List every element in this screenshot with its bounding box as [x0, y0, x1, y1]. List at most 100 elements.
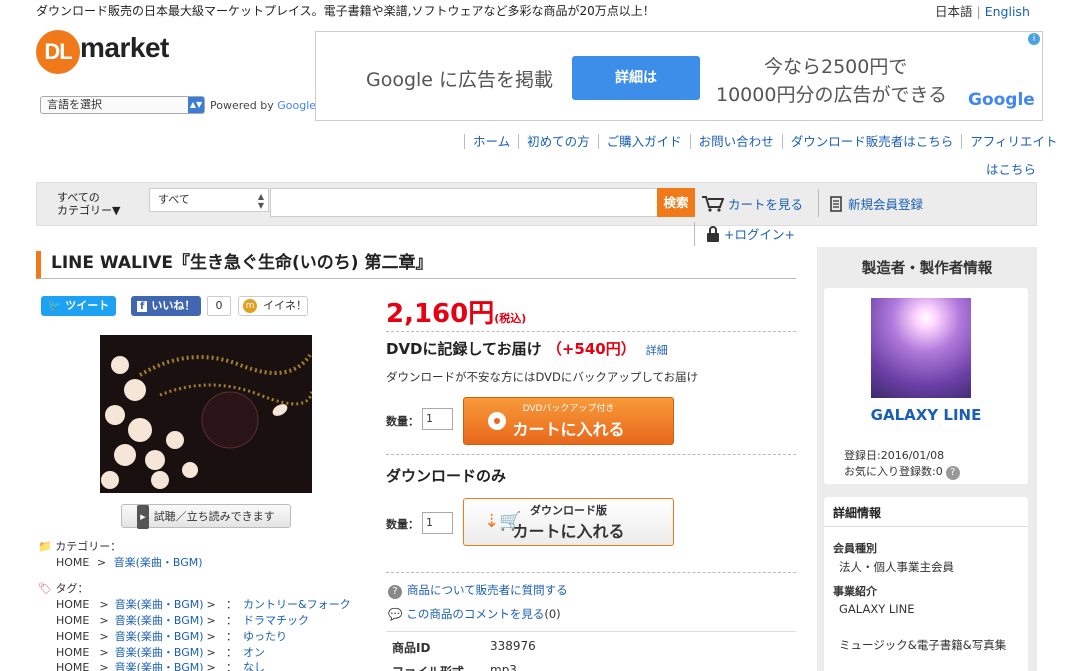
logo-mark: DL	[36, 30, 80, 74]
tag-link[interactable]: なし	[243, 661, 265, 671]
logo-text: market	[80, 32, 169, 63]
trial-label: 試聴／立ち読みできます	[153, 510, 275, 523]
dvd-detail-link[interactable]: 詳細	[646, 344, 668, 357]
register-link[interactable]: 新規会員登録	[830, 194, 923, 213]
nav-purchase-guide[interactable]: ご購入ガイド	[597, 134, 690, 149]
tag-link[interactable]: ドラマチック	[243, 614, 309, 627]
spec-value: 338976	[490, 639, 536, 653]
breadcrumb-arrow: >	[206, 646, 216, 659]
search-button[interactable]: 検索	[657, 188, 695, 217]
ad-info-icon[interactable]: i	[1028, 33, 1040, 45]
add-to-cart-download-button[interactable]: ⇣🛒 ダウンロード版 カートに入れる	[463, 498, 674, 546]
lang-separator: |	[976, 4, 981, 19]
search-input[interactable]	[270, 188, 658, 217]
disc-icon	[488, 412, 506, 430]
category-label-text: カテゴリー：	[55, 540, 122, 553]
language-select[interactable]: 言語を選択 ▲▼	[40, 96, 205, 114]
category-select[interactable]: すべて ▲ ▼	[149, 188, 269, 212]
divider	[386, 331, 796, 332]
tag-home[interactable]: HOME	[56, 598, 89, 611]
category-path: HOME > 音楽(楽曲・BGM)	[56, 554, 203, 570]
download-quantity-input[interactable]: 1	[422, 512, 453, 534]
seller-name-link[interactable]: GALAXY LINE	[824, 406, 1028, 424]
tag-row: HOME > 音楽(楽曲・BGM) >：なし	[56, 659, 265, 671]
intro-name: GALAXY LINE	[839, 602, 915, 616]
seller-favorites: お気に入り登録数:0?	[844, 463, 965, 480]
tweet-button[interactable]: 🐦 ツイート	[41, 296, 116, 316]
seller-card: GALAXY LINE 登録日:2016/01/08 お気に入り登録数:0?	[824, 288, 1028, 484]
dvd-surcharge: （+540円）	[546, 340, 636, 358]
all-categories-toggle[interactable]: すべての カテゴリー▼	[57, 191, 120, 217]
trial-button[interactable]: ▶ 試聴／立ち読みできます	[121, 504, 291, 529]
comments-label: この商品のコメントを見る	[406, 607, 545, 621]
spec-table: 商品ID 338976 ファイル形式 mp3	[386, 631, 796, 671]
seller-details-heading: 詳細情報	[833, 506, 882, 520]
lang-ja[interactable]: 日本語	[935, 4, 973, 19]
tag-home[interactable]: HOME	[56, 614, 89, 627]
tag-music-link[interactable]: 音楽(楽曲・BGM)	[115, 614, 204, 627]
tag-row: HOME > 音楽(楽曲・BGM) >：オン	[56, 646, 265, 659]
divider	[694, 222, 695, 246]
category-home[interactable]: HOME	[56, 556, 89, 569]
ad-banner[interactable]: Google に広告を掲載 詳細は 今なら2500円で 10000円分の広告がで…	[315, 31, 1043, 121]
nav-seller[interactable]: ダウンロード販売者はこちら	[781, 134, 962, 149]
lock-icon	[707, 226, 719, 242]
like-label: いいね！	[151, 299, 196, 312]
add-to-cart-dvd-button[interactable]: DVDバックアップ付き カートに入れる	[463, 397, 674, 445]
nav-home[interactable]: ホーム	[464, 134, 519, 149]
spec-value: mp3	[490, 663, 517, 671]
nav-first-time[interactable]: 初めての方	[518, 134, 598, 149]
question-icon[interactable]: ?	[945, 466, 960, 480]
ad-right-line1: 今なら2500円で	[764, 56, 908, 78]
seller-avatar[interactable]	[871, 298, 971, 398]
member-type-label: 会員種別	[833, 542, 877, 555]
site-logo[interactable]: DL market	[36, 28, 186, 76]
category-music-link[interactable]: 音楽(楽曲・BGM)	[114, 556, 203, 569]
comments-link[interactable]: 💬 この商品のコメントを見る(0)	[388, 606, 561, 622]
divider	[386, 454, 796, 455]
nav-affiliate-wrap[interactable]: はこちら	[986, 159, 1036, 178]
comments-count: (0)	[544, 607, 561, 621]
facebook-icon: f	[137, 301, 148, 312]
breadcrumb-arrow: >	[206, 614, 216, 627]
tag-music-link[interactable]: 音楽(楽曲・BGM)	[115, 646, 204, 659]
mixi-button[interactable]: m イイネ！	[238, 296, 308, 316]
tag-home[interactable]: HOME	[56, 646, 89, 659]
divider	[824, 526, 1028, 527]
tag-link[interactable]: オン	[243, 646, 265, 659]
nav-contact[interactable]: お問い合わせ	[689, 134, 782, 149]
tags-label-text: タグ：	[55, 582, 89, 595]
breadcrumb-arrow: >	[206, 598, 216, 611]
login-link[interactable]: +ログイン+	[706, 224, 795, 243]
facebook-like-button[interactable]: f いいね！	[131, 296, 201, 316]
quantity-label: 数量：	[386, 415, 419, 428]
breadcrumb-arrow: >	[96, 556, 107, 569]
download-cart-icon: ⇣🛒	[484, 511, 522, 532]
seller-panel: 製造者・製作者情報 GALAXY LINE 登録日:2016/01/08 お気に…	[817, 247, 1037, 671]
view-cart-link[interactable]: カートを見る	[702, 194, 803, 213]
product-title: LINE WALIVE『生き急ぐ生命(いのち) 第二章』	[36, 251, 796, 279]
tag-link[interactable]: ゆったり	[243, 630, 287, 643]
nav-affiliate[interactable]: アフィリエイト	[961, 134, 1066, 149]
ask-seller-link[interactable]: ? 商品について販売者に質問する	[388, 582, 568, 599]
lang-en-link[interactable]: English	[985, 4, 1030, 19]
ad-details-button[interactable]: 詳細は	[572, 56, 700, 100]
intro-text: ミュージック&電子書籍&写真集	[839, 638, 1007, 652]
breadcrumb-arrow: >	[99, 614, 109, 627]
tag-link[interactable]: カントリー&フォーク	[243, 598, 351, 611]
dvd-quantity-input[interactable]: 1	[422, 408, 453, 430]
tag-music-link[interactable]: 音楽(楽曲・BGM)	[115, 598, 204, 611]
breadcrumb-arrow: >	[99, 598, 109, 611]
product-artwork	[100, 335, 312, 493]
tag-music-link[interactable]: 音楽(楽曲・BGM)	[115, 661, 204, 671]
document-icon	[830, 196, 842, 212]
tag-home[interactable]: HOME	[56, 630, 89, 643]
ask-seller-label: 商品について販売者に質問する	[407, 583, 568, 597]
seller-favorites-text: お気に入り登録数:0	[844, 465, 943, 478]
tag-home[interactable]: HOME	[56, 661, 89, 671]
product-image[interactable]	[100, 335, 312, 493]
tag-music-link[interactable]: 音楽(楽曲・BGM)	[115, 630, 204, 643]
dvd-note: ダウンロードが不安な方にはDVDにバックアップしてお届け	[386, 370, 699, 384]
tags-label: 🏷 タグ：	[38, 580, 88, 596]
tweet-label: ツイート	[65, 299, 110, 312]
